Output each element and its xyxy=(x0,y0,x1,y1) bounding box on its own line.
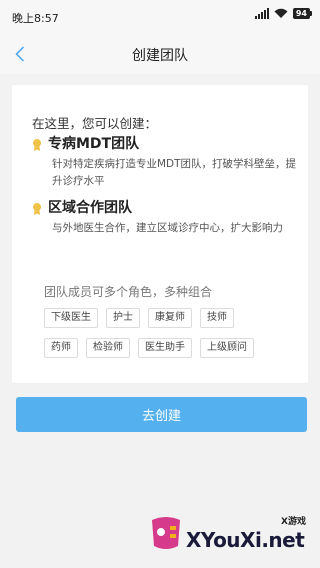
team-regional-desc: 与外地医生合作，建立区域诊疗中心，扩大影响力 xyxy=(52,222,283,234)
roles-row: 下级医生 护士 康复师 技师 xyxy=(44,308,294,328)
battery-icon: 94 xyxy=(292,8,313,19)
create-button[interactable]: 去创建 xyxy=(16,397,307,432)
status-icons: 94 xyxy=(254,8,313,19)
page-title: 创建团队 xyxy=(132,48,188,64)
team-mdt-desc: 针对特定疾病打造专业MDT团队，打破学科壁垒，提升诊疗水平 xyxy=(52,158,297,187)
team-mdt: 专病MDT团队 针对特定疾病打造专业MDT团队，打破学科壁垒，提升诊疗水平 xyxy=(33,136,298,190)
role-tag: 医生助手 xyxy=(138,338,192,358)
role-tag: 技师 xyxy=(200,308,234,328)
roles-row: 药师 检验师 医生助手 上级顾问 xyxy=(44,338,294,358)
team-mdt-title: 专病MDT团队 xyxy=(48,136,140,152)
intro-text: 在这里，您可以创建： xyxy=(32,116,158,131)
role-tag: 药师 xyxy=(44,338,78,358)
role-tag: 下级医生 xyxy=(44,308,98,328)
role-tag: 康复师 xyxy=(148,308,192,328)
role-tag: 上级顾问 xyxy=(200,338,254,358)
status-bar: 晚上8:57 94 xyxy=(0,0,320,34)
medal-icon xyxy=(33,202,41,215)
status-time: 晚上8:57 xyxy=(12,12,59,25)
team-regional: 区域合作团队 与外地医生合作，建立区域诊疗中心，扩大影响力 xyxy=(33,200,298,237)
signal-icon xyxy=(254,8,269,19)
medal-icon xyxy=(33,138,41,151)
role-tag: 护士 xyxy=(106,308,140,328)
wifi-icon xyxy=(274,8,288,18)
gamepad-logo-icon xyxy=(152,517,180,549)
team-regional-title: 区域合作团队 xyxy=(48,200,132,216)
watermark: X游戏 XYouXi.net xyxy=(148,508,320,568)
watermark-cn: X游戏 xyxy=(281,517,306,527)
roles-heading: 团队成员可多个角色，多种组合 xyxy=(44,285,213,299)
roles-list: 下级医生 护士 康复师 技师 药师 检验师 医生助手 上级顾问 xyxy=(44,308,294,368)
nav-bar: 创建团队 xyxy=(0,34,320,74)
role-tag: 检验师 xyxy=(86,338,130,358)
watermark-en: XYouXi.net xyxy=(186,528,305,552)
